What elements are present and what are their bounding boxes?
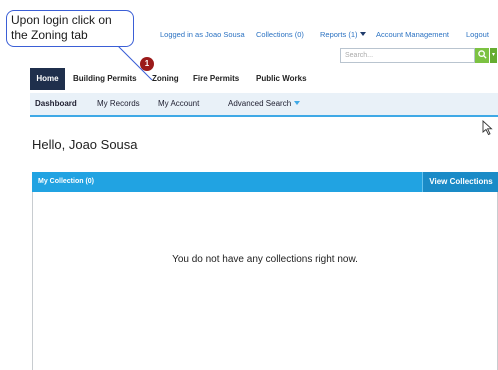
- collection-panel-title: My Collection (0): [38, 178, 95, 185]
- tab-fire-permits[interactable]: Fire Permits: [193, 68, 239, 90]
- search-button[interactable]: [475, 48, 489, 63]
- reports-menu[interactable]: Reports (1): [320, 30, 366, 39]
- instruction-callout: Upon login click on the Zoning tab: [6, 10, 134, 47]
- chevron-down-icon: [294, 101, 301, 105]
- callout-text: Upon login click on the Zoning tab: [11, 13, 112, 42]
- collection-panel: [32, 172, 498, 370]
- chevron-down-icon: ▾: [491, 52, 495, 58]
- tab-home[interactable]: Home: [30, 68, 65, 90]
- logout-link[interactable]: Logout: [466, 30, 489, 39]
- sub-navigation: Dashboard My Records My Account Advanced…: [30, 93, 498, 117]
- collections-link[interactable]: Collections (0): [256, 30, 304, 39]
- empty-collections-message: You do not have any collections right no…: [172, 254, 358, 265]
- subnav-my-account[interactable]: My Account: [158, 93, 199, 115]
- subnav-advanced-search[interactable]: Advanced Search: [228, 93, 301, 115]
- logged-in-text: Logged in as Joao Sousa: [160, 30, 245, 39]
- subnav-my-records[interactable]: My Records: [97, 93, 140, 115]
- account-management-link[interactable]: Account Management: [376, 30, 449, 39]
- search-options-button[interactable]: ▾: [490, 48, 497, 63]
- search-input[interactable]: Search...: [340, 48, 475, 63]
- tab-zoning[interactable]: Zoning: [152, 68, 179, 90]
- reports-label: Reports (1): [320, 30, 358, 39]
- advanced-search-label: Advanced Search: [228, 99, 292, 108]
- search-icon: [477, 50, 487, 59]
- tab-building-permits[interactable]: Building Permits: [73, 68, 137, 90]
- mouse-cursor-icon: [482, 120, 493, 136]
- view-collections-button[interactable]: View Collections: [422, 172, 498, 192]
- tab-public-works[interactable]: Public Works: [256, 68, 307, 90]
- greeting-heading: Hello, Joao Sousa: [32, 137, 138, 152]
- chevron-down-icon: [359, 32, 366, 36]
- subnav-dashboard[interactable]: Dashboard: [35, 93, 77, 115]
